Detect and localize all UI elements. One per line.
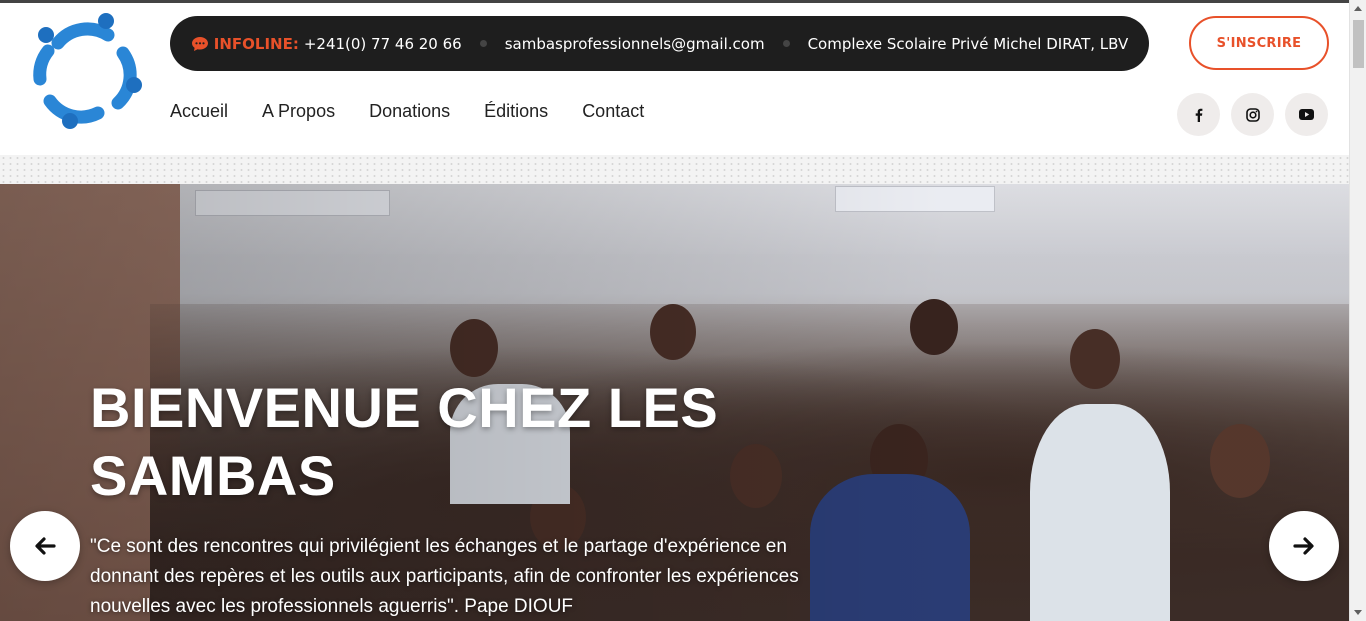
- site-header: INFOLINE: +241(0) 77 46 20 66 sambasprof…: [0, 0, 1349, 155]
- page-scrollbar[interactable]: [1349, 0, 1366, 621]
- nav-item-contact[interactable]: Contact: [582, 101, 644, 122]
- youtube-icon: [1299, 109, 1314, 120]
- youtube-button[interactable]: [1285, 93, 1328, 136]
- info-bar: INFOLINE: +241(0) 77 46 20 66 sambasprof…: [170, 16, 1149, 71]
- nav-item-accueil[interactable]: Accueil: [170, 101, 228, 122]
- separator-dot: [479, 40, 487, 47]
- instagram-icon: [1245, 107, 1260, 122]
- chat-icon: [191, 36, 208, 51]
- scroll-down-arrow[interactable]: [1354, 610, 1362, 615]
- slider-next-button[interactable]: [1269, 511, 1339, 581]
- site-logo[interactable]: [28, 13, 148, 131]
- address-text: Complexe Scolaire Privé Michel DIRAT, LB…: [807, 34, 1129, 53]
- main-nav: Accueil A Propos Donations Éditions Cont…: [170, 101, 644, 122]
- scrollbar-thumb[interactable]: [1353, 20, 1364, 68]
- nav-item-editions[interactable]: Éditions: [484, 101, 548, 122]
- instagram-button[interactable]: [1231, 93, 1274, 136]
- phone-number[interactable]: +241(0) 77 46 20 66: [304, 35, 462, 53]
- nav-item-donations[interactable]: Donations: [369, 101, 450, 122]
- infoline-label: INFOLINE:: [213, 34, 299, 53]
- register-button[interactable]: S'INSCRIRE: [1189, 16, 1329, 70]
- arrow-right-icon: [1293, 537, 1314, 555]
- slider-prev-button[interactable]: [10, 511, 80, 581]
- page: INFOLINE: +241(0) 77 46 20 66 sambasprof…: [0, 0, 1366, 621]
- decorative-strip: [0, 155, 1349, 184]
- logo-graphic: [33, 13, 142, 129]
- hero-title: BIENVENUE CHEZ LES SAMBAS: [90, 376, 719, 507]
- nav-item-a-propos[interactable]: A Propos: [262, 101, 335, 122]
- hero-quote: "Ce sont des rencontres qui privilégient…: [90, 536, 799, 617]
- hero-slider: BIENVENUE CHEZ LES SAMBAS "Ce sont des r…: [0, 184, 1349, 621]
- scroll-up-arrow[interactable]: [1354, 6, 1362, 11]
- facebook-button[interactable]: [1177, 93, 1220, 136]
- email-link[interactable]: sambasprofessionnels@gmail.com: [505, 35, 765, 53]
- facebook-icon: [1195, 108, 1202, 122]
- separator-dot: [782, 40, 790, 47]
- infoline: INFOLINE: +241(0) 77 46 20 66: [191, 35, 462, 53]
- arrow-left-icon: [35, 537, 56, 555]
